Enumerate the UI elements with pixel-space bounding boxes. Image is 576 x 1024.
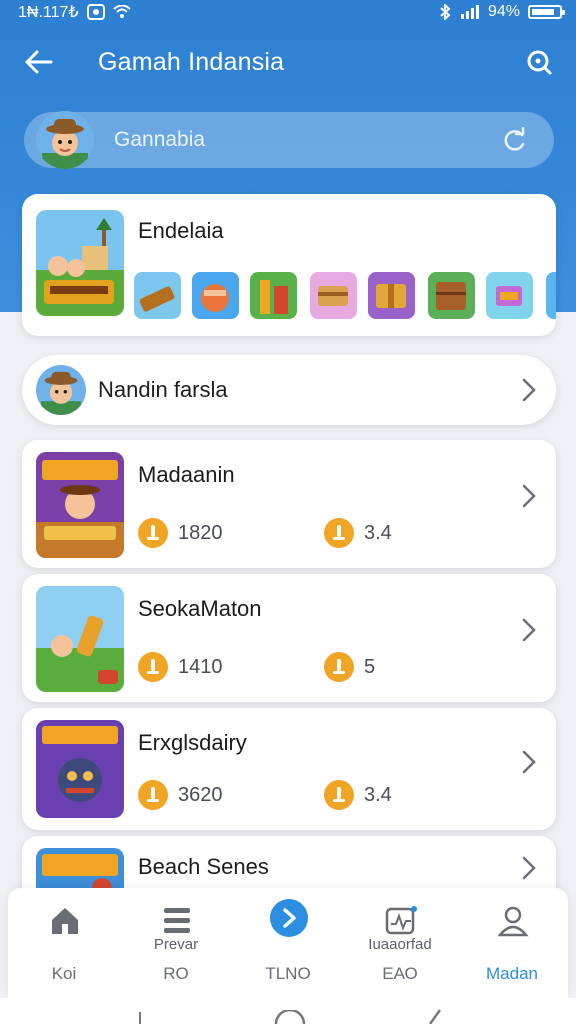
tab-label: RO [163, 964, 189, 983]
tab-profile[interactable]: Madan [456, 888, 568, 998]
chevron-right-icon [522, 484, 536, 508]
search-text: Gannabia [114, 128, 206, 151]
mini-game-icon[interactable] [486, 272, 533, 319]
game-title: Erxglsdairy [138, 730, 247, 755]
game-stat: 3620 [138, 780, 223, 810]
game-title: Madaanin [138, 462, 235, 487]
mini-game-icon[interactable] [192, 272, 239, 319]
game-title: SeokaMaton [138, 596, 262, 621]
signal-icon [460, 5, 479, 19]
system-nav-bar [0, 998, 576, 1024]
home-icon [52, 908, 78, 934]
tab-sublabel: Prevar [153, 936, 199, 953]
tab-label: TLNO [265, 964, 311, 983]
chevron-right-icon [522, 750, 536, 774]
back-arrow-icon[interactable] [22, 49, 56, 75]
mini-game-icon[interactable] [134, 272, 181, 319]
coin-icon [138, 518, 168, 548]
tab-list[interactable]: Prevar RO [120, 888, 232, 998]
nav-recent-icon[interactable] [428, 1008, 442, 1024]
search-bar[interactable]: Gannabia [24, 111, 554, 169]
bottom-tab-bar: Koi Prevar RO TLNO Iuaaorfad ЕАО Madan [8, 888, 568, 998]
game-title: Beach Senes [138, 854, 269, 879]
tab-label: ЕАО [382, 964, 418, 983]
profile-name: Nandin farsla [98, 377, 228, 402]
game-rating: 3.4 [324, 780, 392, 810]
refresh-icon[interactable] [502, 127, 528, 153]
page-title: Gamah Indansia [98, 47, 285, 76]
search-icon[interactable] [524, 47, 554, 77]
coin-icon [324, 652, 354, 682]
game-card[interactable]: SeokaMaton 1410 5 [22, 574, 556, 702]
mini-game-icon[interactable] [310, 272, 357, 319]
status-bar: 1₦.117₺ 94% [0, 0, 576, 24]
profile-row[interactable]: Nandin farsla [22, 355, 556, 425]
battery-percent: 94% [487, 3, 520, 20]
game-stat: 1820 [138, 518, 223, 548]
mini-game-icon[interactable] [428, 272, 475, 319]
tab-label: Madan [486, 964, 538, 983]
tab-sublabel: Iuaaorfad [368, 936, 432, 953]
featured-card[interactable]: Endelaia [22, 194, 556, 336]
coin-icon [324, 780, 354, 810]
coin-icon [138, 652, 168, 682]
avatar [36, 365, 86, 415]
game-thumbnail [36, 452, 124, 558]
person-icon [497, 906, 529, 937]
coin-icon [324, 518, 354, 548]
bluetooth-icon [440, 4, 451, 20]
activity-icon [385, 906, 417, 935]
tab-activity[interactable]: Iuaaorfad ЕАО [344, 888, 456, 998]
featured-thumbnail [36, 210, 124, 316]
chevron-right-icon [522, 618, 536, 642]
mini-game-icon[interactable] [250, 272, 297, 319]
game-thumbnail [36, 720, 124, 818]
app-bar: Gamah Indansia [0, 36, 576, 88]
battery-icon [528, 5, 565, 19]
tab-label: Koi [51, 964, 77, 983]
game-rating: 3.4 [324, 518, 392, 548]
game-card[interactable]: Madaanin 1820 3.4 [22, 440, 556, 568]
status-time: 1₦.117₺ [18, 4, 79, 21]
game-stat: 1410 [138, 652, 223, 682]
nav-back-icon[interactable] [136, 1012, 144, 1024]
coin-icon [138, 780, 168, 810]
mini-game-icon[interactable] [368, 272, 415, 319]
tab-home[interactable]: Koi [8, 888, 120, 998]
tab-play[interactable]: TLNO [232, 888, 344, 998]
avatar[interactable] [36, 111, 94, 169]
game-rating: 5 [324, 652, 375, 682]
menu-list-icon [164, 908, 190, 933]
game-card[interactable]: Erxglsdairy 3620 3.4 [22, 708, 556, 830]
chevron-right-icon [522, 856, 536, 880]
chevron-right-icon [522, 378, 536, 402]
game-thumbnail [36, 586, 124, 692]
nav-home-icon[interactable] [274, 1010, 306, 1024]
mini-game-icon[interactable] [546, 272, 556, 319]
wifi-icon [112, 5, 131, 18]
play-icon [270, 899, 308, 937]
notification-icon [86, 4, 105, 20]
featured-title: Endelaia [138, 218, 224, 243]
